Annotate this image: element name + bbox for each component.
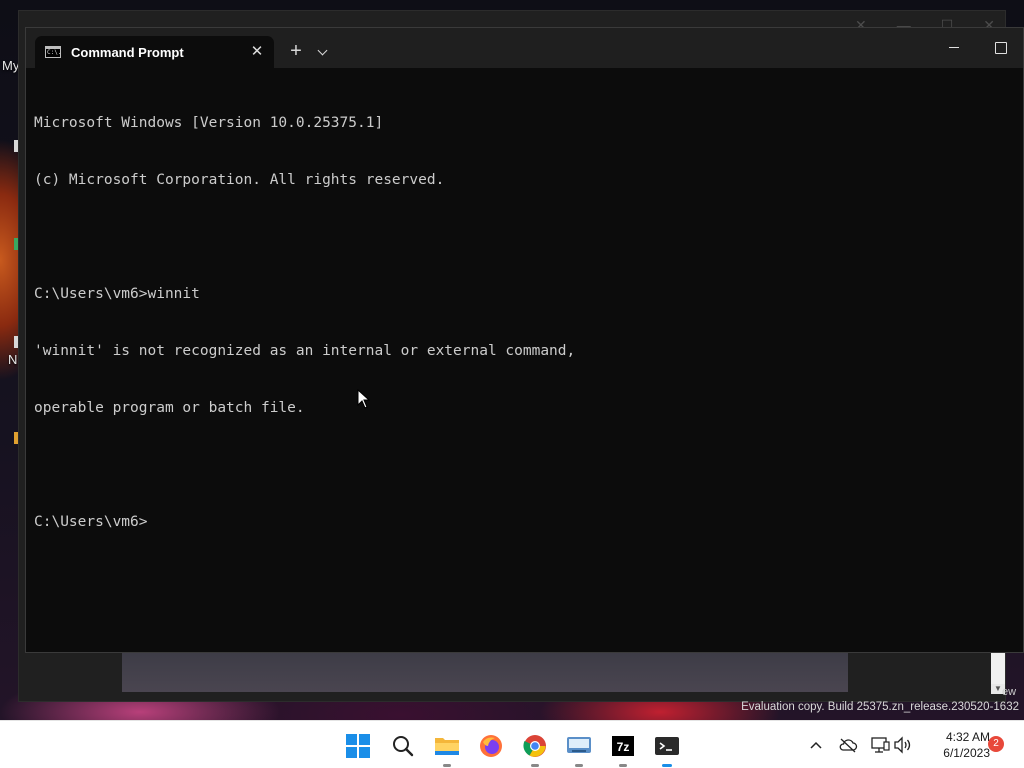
network-icon (871, 737, 890, 753)
cloud-offline-icon (839, 738, 858, 753)
search-button[interactable] (386, 729, 420, 763)
terminal-line: C:\Users\vm6>winnit (34, 286, 200, 302)
mouse-cursor-icon (357, 389, 371, 409)
terminal-prompt-line[interactable]: C:\Users\vm6> (34, 513, 1015, 532)
new-tab-button[interactable]: + (282, 38, 310, 66)
search-icon (393, 736, 414, 757)
svg-text:7z: 7z (617, 740, 630, 754)
tab-title: Command Prompt (71, 44, 184, 60)
show-hidden-icons-button[interactable] (806, 735, 826, 755)
terminal-window[interactable]: C:\. Command Prompt ✕ + Microsoft Window… (25, 27, 1024, 653)
taskbar: 7z 4:32 AM 6/1/2023 (0, 720, 1024, 768)
tab-close-icon[interactable]: ✕ (248, 43, 266, 61)
taskbar-chrome[interactable] (518, 729, 552, 767)
minimize-button[interactable] (931, 28, 977, 68)
running-indicator (443, 764, 451, 767)
title-bar[interactable]: C:\. Command Prompt ✕ + (26, 28, 1023, 68)
volume-tray-button[interactable] (893, 735, 913, 755)
taskbar-7zip[interactable]: 7z (606, 729, 640, 767)
running-indicator (531, 764, 539, 767)
keyboard-icon (567, 737, 591, 753)
chrome-icon (523, 735, 546, 757)
background-window-text: ew (1002, 686, 1017, 698)
start-button[interactable] (341, 729, 375, 763)
desktop-icon-label: N (8, 352, 18, 367)
taskbar-terminal[interactable] (650, 729, 684, 767)
command-prompt-icon: C:\. (45, 46, 61, 58)
running-indicator (662, 764, 672, 767)
running-indicator (575, 764, 583, 767)
running-indicator (619, 764, 627, 767)
tab-dropdown-chevron-icon[interactable] (310, 38, 336, 66)
terminal-line: operable program or batch file. (34, 400, 305, 416)
terminal-line: Microsoft Windows [Version 10.0.25375.1] (34, 115, 384, 131)
evaluation-watermark: Evaluation copy. Build 25375.zn_release.… (741, 701, 1019, 713)
network-tray-button[interactable] (870, 735, 890, 755)
clock-time: 4:32 AM (945, 730, 990, 744)
taskbar-file-explorer[interactable] (430, 729, 464, 767)
tab-command-prompt[interactable]: C:\. Command Prompt ✕ (35, 36, 274, 68)
chevron-up-icon (810, 741, 822, 749)
desktop-icon-label: My (2, 58, 20, 73)
taskbar-clock[interactable]: 4:32 AM 6/1/2023 (918, 729, 990, 761)
windows-logo-icon (346, 734, 370, 758)
taskbar-touch-keyboard[interactable] (562, 729, 596, 767)
volume-icon (894, 736, 911, 754)
firefox-icon (480, 735, 502, 757)
clock-date: 6/1/2023 (943, 746, 990, 760)
folder-icon (435, 738, 459, 755)
notification-badge[interactable]: 2 (988, 736, 1004, 752)
terminal-line: 'winnit' is not recognized as an interna… (34, 343, 576, 359)
window-controls (931, 28, 1023, 68)
7zip-icon: 7z (612, 736, 634, 756)
taskbar-firefox[interactable] (474, 729, 508, 763)
terminal-icon (655, 737, 679, 755)
maximize-button[interactable] (977, 28, 1023, 68)
terminal-line: (c) Microsoft Corporation. All rights re… (34, 172, 445, 188)
terminal-output[interactable]: Microsoft Windows [Version 10.0.25375.1]… (34, 76, 1015, 644)
onedrive-tray-button[interactable] (838, 735, 858, 755)
